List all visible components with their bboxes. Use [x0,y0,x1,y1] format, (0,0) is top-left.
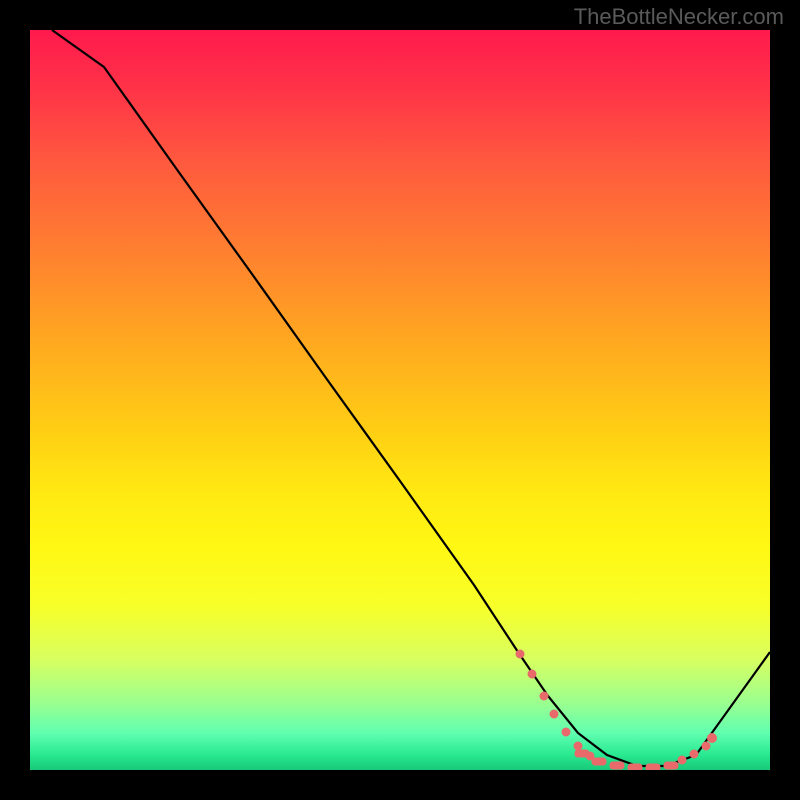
chart-svg [30,30,770,770]
chart-plot-area [30,30,770,770]
watermark-text: TheBottleNecker.com [574,4,784,30]
valley-markers [516,650,717,770]
bottleneck-curve-line [52,30,770,766]
